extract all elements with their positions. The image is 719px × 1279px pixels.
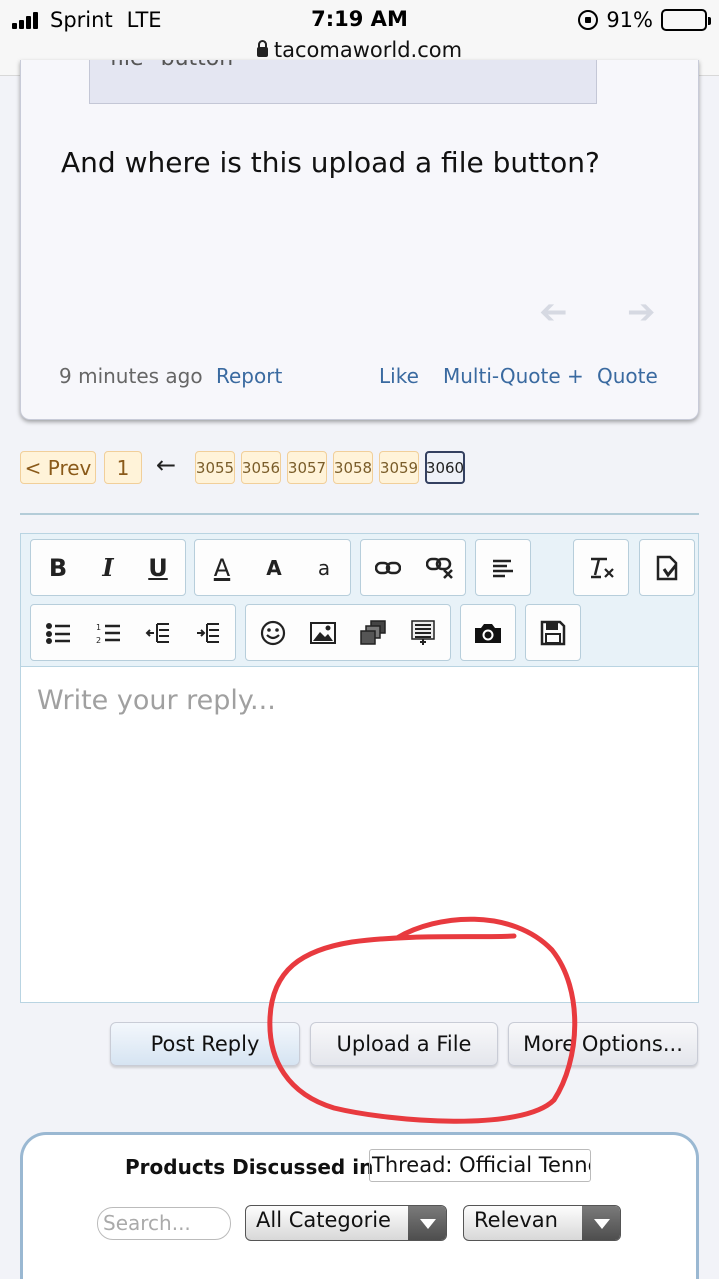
outdent-icon[interactable] (135, 605, 181, 660)
font-size-button[interactable]: A (251, 540, 297, 595)
align-group (475, 539, 531, 596)
address-bar[interactable]: tacomaworld.com (0, 38, 719, 62)
image-icon[interactable] (300, 605, 346, 660)
more-options-button[interactable]: More Options... (508, 1022, 698, 1066)
font-family-button[interactable]: a (301, 540, 347, 595)
svg-text:1: 1 (96, 623, 101, 632)
numbered-list-icon[interactable]: 12 (85, 605, 131, 660)
battery-icon (661, 9, 711, 31)
link-icon[interactable] (365, 540, 411, 595)
arrow-left-icon[interactable]: ➔ (539, 292, 568, 332)
page-link[interactable]: 3055 (195, 451, 235, 484)
chevron-down-icon (408, 1206, 446, 1240)
sort-select-value: Relevan (474, 1208, 558, 1232)
reply-textarea[interactable]: Write your reply... (37, 685, 276, 716)
page-1-link[interactable]: 1 (104, 451, 142, 484)
toggle-bbcode-icon[interactable] (644, 540, 690, 595)
post-message: And where is this upload a file button? (61, 146, 600, 179)
italic-button[interactable]: I (85, 540, 131, 595)
products-search-input[interactable]: Search... (97, 1207, 231, 1240)
code-block-icon[interactable] (400, 605, 446, 660)
quote-block: file" button (89, 60, 597, 104)
unlink-icon[interactable] (417, 540, 463, 595)
format-group: B I U (30, 539, 186, 596)
status-right: 91% (578, 8, 711, 32)
jump-arrow-icon[interactable]: ← (156, 451, 176, 479)
like-link[interactable]: Like (379, 364, 419, 388)
chevron-down-icon (582, 1206, 620, 1240)
font-group: A A a (194, 539, 351, 596)
page-link[interactable]: 3056 (241, 451, 281, 484)
products-panel: Products Discussed in Thread: Official T… (20, 1132, 699, 1279)
reply-editor[interactable]: B I U A A a 1 2 Write your reply... (20, 533, 699, 1003)
report-link[interactable]: Report (216, 364, 282, 388)
multi-quote-link[interactable]: Multi-Quote + (443, 364, 584, 388)
quote-link[interactable]: Quote (597, 364, 658, 388)
bullet-list-icon[interactable] (35, 605, 81, 660)
products-label: Products Discussed in (125, 1155, 374, 1179)
media-icon[interactable] (350, 605, 396, 660)
font-color-button[interactable]: A (199, 540, 245, 595)
link-group (360, 539, 466, 596)
remove-format-icon[interactable] (578, 540, 624, 595)
url-text: tacomaworld.com (273, 38, 463, 62)
underline-button[interactable]: U (135, 540, 181, 595)
editor-toolbar: B I U A A a 1 2 (21, 534, 698, 667)
products-thread-field[interactable]: Thread: Official Tenne (369, 1149, 591, 1182)
source-group (639, 539, 695, 596)
post-card: file" button And where is this upload a … (20, 60, 699, 420)
quote-text: file" button (110, 60, 233, 71)
camera-group (460, 604, 516, 661)
lock-icon (256, 40, 268, 57)
bold-button[interactable]: B (35, 540, 81, 595)
current-page: 3060 (425, 451, 465, 484)
svg-text:2: 2 (96, 636, 101, 644)
prev-page-button[interactable]: < Prev (20, 451, 96, 484)
camera-icon[interactable] (465, 605, 511, 660)
post-timestamp[interactable]: 9 minutes ago (59, 364, 203, 388)
insert-group (245, 604, 451, 661)
sort-select[interactable]: Relevan (463, 1205, 621, 1241)
indent-icon[interactable] (185, 605, 231, 660)
divider (20, 513, 699, 515)
post-reply-button[interactable]: Post Reply (110, 1022, 300, 1066)
list-group: 12 (30, 604, 236, 661)
align-left-icon[interactable] (480, 540, 526, 595)
page-link[interactable]: 3059 (379, 451, 419, 484)
upload-file-button[interactable]: Upload a File (310, 1022, 498, 1066)
category-select-value: All Categorie (256, 1208, 391, 1232)
save-draft-icon[interactable] (530, 605, 576, 660)
category-select[interactable]: All Categorie (245, 1205, 447, 1241)
battery-percent: 91% (606, 8, 653, 32)
save-group (525, 604, 581, 661)
smiley-icon[interactable] (250, 605, 296, 660)
page-link[interactable]: 3057 (287, 451, 327, 484)
page-link[interactable]: 3058 (333, 451, 373, 484)
clear-format-group (573, 539, 629, 596)
arrow-right-icon[interactable]: ➔ (627, 292, 656, 332)
rotation-lock-icon (578, 10, 599, 30)
